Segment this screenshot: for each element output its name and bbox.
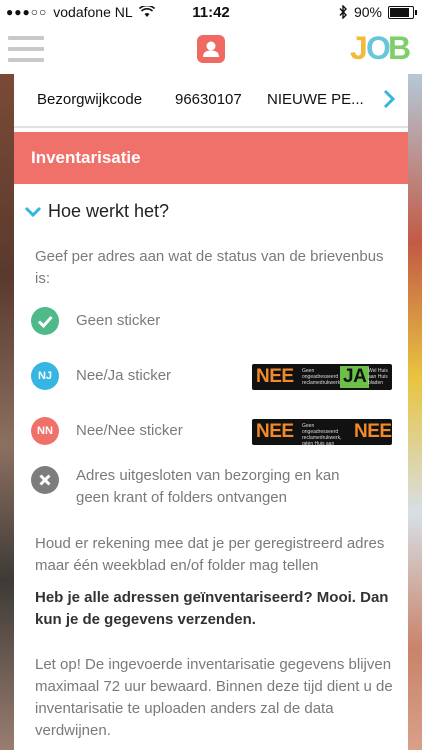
status-row-excluded: Adres uitgesloten van bezorging en kan g… xyxy=(31,462,401,512)
status-label: Nee/Nee sticker xyxy=(76,422,183,439)
nee-ja-sticker-image: NEE Geen ongeadresseerd reclamedrukwerk … xyxy=(252,364,392,390)
section-header: Inventarisatie xyxy=(14,132,408,184)
user-glyph xyxy=(203,41,219,57)
check-icon xyxy=(31,307,59,335)
route-label: Bezorgwijkcode xyxy=(37,91,143,108)
status-row-nee-nee: NN Nee/Nee sticker NEE Geen ongeadressee… xyxy=(31,413,401,453)
job-logo: J O B xyxy=(348,30,412,68)
battery-icon xyxy=(388,5,417,19)
sticker-nee-text-right: NEE xyxy=(354,421,392,442)
sticker-ja-text: JA xyxy=(340,366,370,388)
sticker-nee-text: NEE xyxy=(256,421,294,442)
inventory-card: Bezorgwijkcode 96630107 NIEUWE PE... Inv… xyxy=(14,74,408,750)
chevron-down-icon xyxy=(24,206,42,218)
note-text: Houd er rekening mee dat je per geregist… xyxy=(35,535,385,574)
background-photo-right xyxy=(408,74,422,750)
status-label: Adres uitgesloten van bezorging en kan g… xyxy=(76,467,340,506)
battery-level xyxy=(390,7,410,17)
background-photo-left xyxy=(0,74,14,750)
send-prompt: Heb je alle adressen geïnventariseerd? M… xyxy=(35,589,389,628)
system-indicators: 90% xyxy=(338,4,417,20)
nee-nee-sticker-image: NEE Geen ongeadresseerd reclamedrukwerk,… xyxy=(252,419,392,445)
status-label: Nee/Ja sticker xyxy=(76,367,172,384)
nj-badge: NJ xyxy=(31,362,59,390)
route-bar[interactable]: Bezorgwijkcode 96630107 NIEUWE PE... xyxy=(14,74,408,128)
sticker-fine-print: Geen ongeadresseerd reclamedrukwerk xyxy=(302,368,341,386)
sticker-nee-text: NEE xyxy=(256,366,294,387)
route-code: 96630107 xyxy=(175,91,242,108)
route-name: NIEUWE PE... xyxy=(267,91,364,108)
sticker-fine-print-right: Wel Huis aan Huis bladen xyxy=(368,368,388,386)
status-bar: ●●●○○ vodafone NL 11:42 90% xyxy=(0,0,422,24)
bluetooth-icon xyxy=(339,5,347,19)
sticker-fine-print: Geen ongeadresseerd reclamedrukwerk, géé… xyxy=(302,423,342,445)
status-row-nee-ja: NJ Nee/Ja sticker NEE Geen ongeadresseer… xyxy=(31,358,401,398)
warning-text: Let op! De ingevoerde inventarisatie geg… xyxy=(35,656,393,739)
nn-badge: NN xyxy=(31,417,59,445)
battery-percentage: 90% xyxy=(353,4,382,20)
status-row-no-sticker: Geen sticker xyxy=(31,303,401,343)
section-title: Inventarisatie xyxy=(31,148,141,167)
accordion-title: Hoe werkt het? xyxy=(48,201,170,221)
hamburger-icon[interactable] xyxy=(8,36,44,62)
intro-text: Geef per adres aan wat de status van de … xyxy=(35,248,384,287)
logo-letter-b: B xyxy=(388,30,412,66)
close-icon xyxy=(31,466,59,494)
user-icon[interactable] xyxy=(197,35,225,63)
chevron-right-icon[interactable] xyxy=(378,88,400,110)
status-label: Geen sticker xyxy=(76,312,161,329)
navigation-bar: J O B xyxy=(0,24,422,74)
how-it-works-toggle[interactable]: Hoe werkt het? xyxy=(24,201,404,225)
